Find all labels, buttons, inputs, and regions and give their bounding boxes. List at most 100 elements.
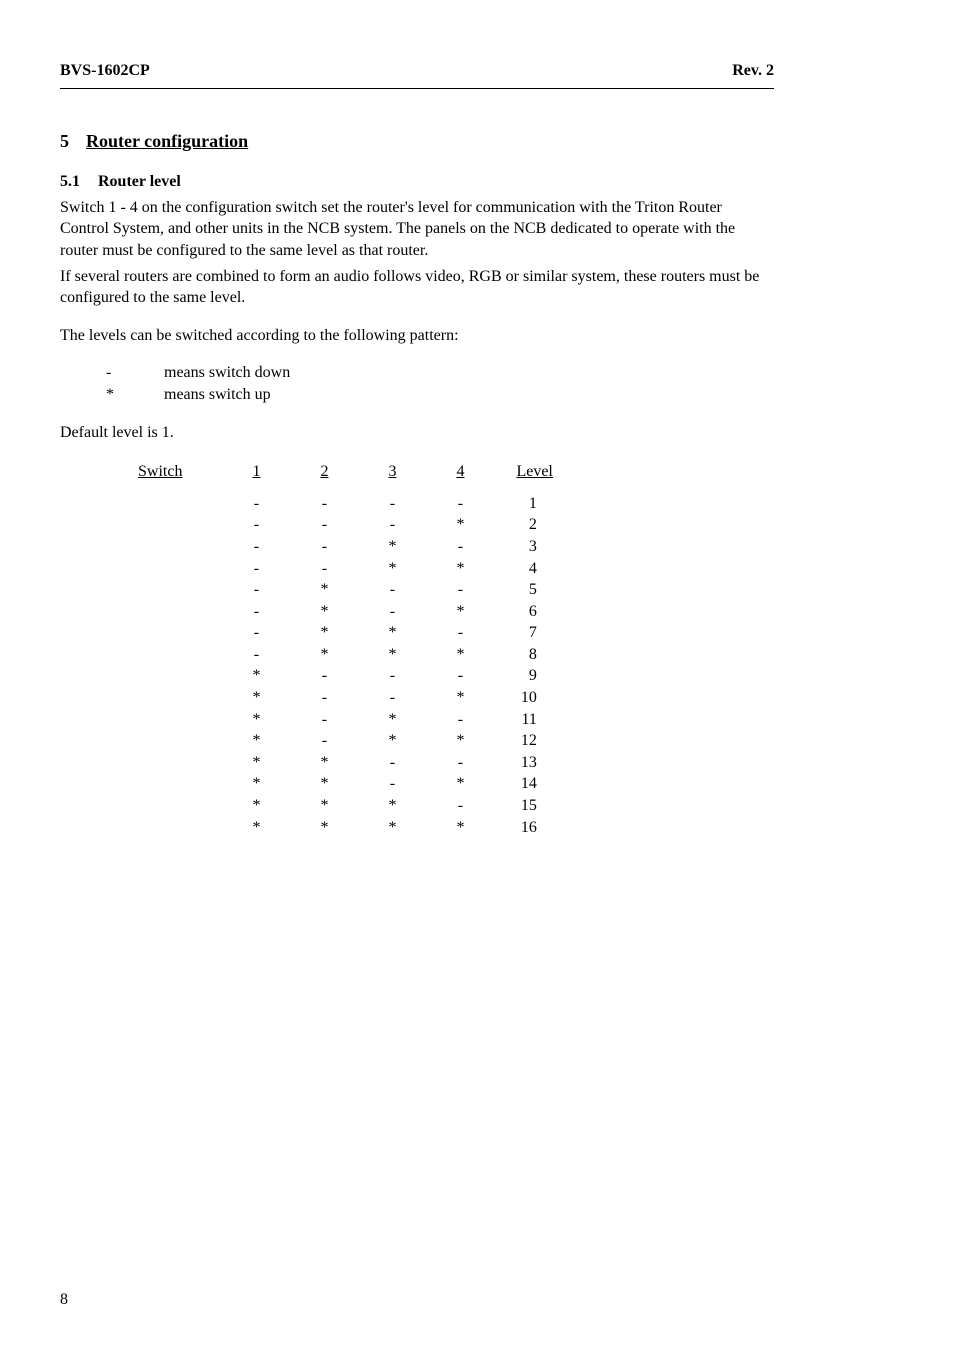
- col-level: Level: [494, 461, 566, 483]
- switch-cell: -: [290, 687, 358, 709]
- switch-cell: -: [290, 730, 358, 752]
- level-cell: 7: [494, 622, 566, 644]
- switch-cell: *: [426, 687, 494, 709]
- legend-desc: means switch up: [164, 384, 271, 406]
- switch-cell: *: [358, 644, 426, 666]
- level-cell: 5: [494, 579, 566, 601]
- level-cell: 11: [494, 709, 566, 731]
- level-cell: 8: [494, 644, 566, 666]
- level-cell: 4: [494, 558, 566, 580]
- col-2: 2: [290, 461, 358, 483]
- switch-cell: *: [290, 773, 358, 795]
- switch-cell: *: [222, 687, 290, 709]
- col-switch-label: Switch: [124, 461, 222, 483]
- switch-cell: -: [222, 493, 290, 515]
- col-4: 4: [426, 461, 494, 483]
- section-number: 5: [60, 129, 82, 153]
- table-row: *---9: [124, 665, 567, 687]
- row-label: [124, 514, 222, 536]
- row-label: [124, 622, 222, 644]
- switch-cell: -: [358, 665, 426, 687]
- row-label: [124, 730, 222, 752]
- legend-row: * means switch up: [106, 384, 774, 406]
- row-label: [124, 558, 222, 580]
- row-label: [124, 687, 222, 709]
- switch-cell: -: [358, 493, 426, 515]
- switch-cell: -: [358, 579, 426, 601]
- switch-cell: *: [222, 752, 290, 774]
- switch-cell: -: [426, 795, 494, 817]
- switch-cell: *: [222, 665, 290, 687]
- switch-cell: -: [426, 622, 494, 644]
- switch-cell: -: [290, 709, 358, 731]
- switch-cell: *: [222, 817, 290, 839]
- level-cell: 14: [494, 773, 566, 795]
- switch-cell: *: [358, 817, 426, 839]
- switch-cell: -: [426, 579, 494, 601]
- legend-desc: means switch down: [164, 362, 290, 384]
- table-spacer: [124, 483, 567, 493]
- row-label: [124, 579, 222, 601]
- table-row: --**4: [124, 558, 567, 580]
- switch-cell: *: [426, 730, 494, 752]
- legend-row: - means switch down: [106, 362, 774, 384]
- table-row: ***-15: [124, 795, 567, 817]
- switch-cell: *: [358, 558, 426, 580]
- row-label: [124, 709, 222, 731]
- table-row: **--13: [124, 752, 567, 774]
- switch-cell: *: [426, 601, 494, 623]
- switch-cell: -: [290, 514, 358, 536]
- switch-level-table: Switch 1 2 3 4 Level ----1---*2--*-3--**…: [124, 461, 567, 838]
- row-label: [124, 644, 222, 666]
- row-label: [124, 795, 222, 817]
- legend: - means switch down * means switch up: [106, 362, 774, 405]
- table-row: ---*2: [124, 514, 567, 536]
- switch-cell: *: [358, 622, 426, 644]
- subsection-heading: 5.1Router level: [60, 171, 774, 193]
- table-row: --*-3: [124, 536, 567, 558]
- switch-cell: *: [426, 514, 494, 536]
- switch-cell: *: [358, 709, 426, 731]
- subsection-number: 5.1: [60, 171, 98, 193]
- row-label: [124, 493, 222, 515]
- row-label: [124, 536, 222, 558]
- switch-cell: -: [358, 514, 426, 536]
- row-label: [124, 752, 222, 774]
- switch-cell: -: [358, 687, 426, 709]
- level-cell: 3: [494, 536, 566, 558]
- table-row: -**-7: [124, 622, 567, 644]
- switch-cell: -: [222, 536, 290, 558]
- table-row: *-**12: [124, 730, 567, 752]
- level-cell: 9: [494, 665, 566, 687]
- switch-cell: -: [222, 622, 290, 644]
- section-heading: 5 Router configuration: [60, 129, 774, 154]
- table-row: ----1: [124, 493, 567, 515]
- switch-cell: *: [426, 644, 494, 666]
- switch-cell: -: [222, 601, 290, 623]
- switch-cell: *: [426, 558, 494, 580]
- switch-cell: -: [290, 665, 358, 687]
- level-cell: 12: [494, 730, 566, 752]
- switch-cell: *: [222, 795, 290, 817]
- level-cell: 2: [494, 514, 566, 536]
- switch-cell: -: [222, 558, 290, 580]
- switch-cell: -: [222, 514, 290, 536]
- row-label: [124, 773, 222, 795]
- default-level-text: Default level is 1.: [60, 422, 774, 444]
- level-cell: 15: [494, 795, 566, 817]
- table-row: *-*-11: [124, 709, 567, 731]
- table-header-row: Switch 1 2 3 4 Level: [124, 461, 567, 483]
- switch-cell: -: [358, 601, 426, 623]
- col-1: 1: [222, 461, 290, 483]
- legend-symbol: *: [106, 384, 164, 406]
- switch-cell: *: [290, 622, 358, 644]
- switch-cell: *: [358, 536, 426, 558]
- switch-cell: *: [358, 730, 426, 752]
- switch-cell: -: [426, 752, 494, 774]
- level-cell: 1: [494, 493, 566, 515]
- switch-cell: -: [426, 493, 494, 515]
- doc-header-right: Rev. 2: [732, 60, 774, 82]
- table-row: **-*14: [124, 773, 567, 795]
- row-label: [124, 817, 222, 839]
- page-number: 8: [60, 1289, 68, 1311]
